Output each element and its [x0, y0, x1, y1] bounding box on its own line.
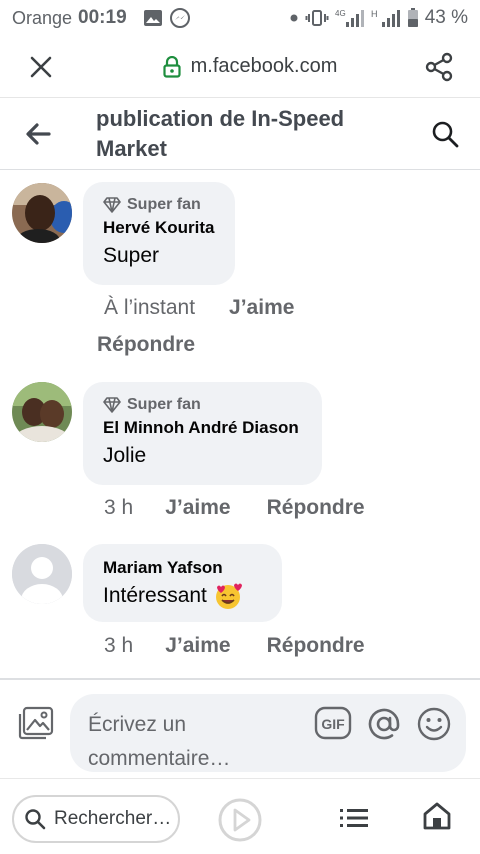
page-title-line-2: Market	[96, 135, 167, 161]
badge-label: Super fan	[127, 196, 201, 213]
search-icon	[25, 809, 46, 830]
search-icon	[432, 121, 459, 147]
browser-bottom-bar: Rechercher…	[0, 778, 480, 854]
default-avatar-icon	[12, 544, 72, 604]
carrier-name: Orange	[12, 7, 73, 28]
comment-author[interactable]: Hervé Kourita	[103, 216, 215, 240]
share-icon	[425, 52, 453, 81]
comment-author[interactable]: El Minnoh André Diason	[103, 416, 302, 440]
gif-icon: GIF	[314, 706, 352, 740]
gif-label: GIF	[321, 716, 345, 732]
comment-input[interactable]: Écrivez un commentaire… GIF	[70, 694, 466, 772]
smiley-icon	[417, 707, 451, 741]
comment-composer: Écrivez un commentaire… GIF	[0, 678, 480, 778]
svg-text:4G: 4G	[335, 9, 346, 18]
home-icon	[423, 802, 451, 830]
lock-icon	[163, 55, 181, 78]
comment-author[interactable]: Mariam Yafson	[103, 556, 262, 580]
comment-bubble[interactable]: Mariam Yafson Intéressant	[83, 544, 282, 622]
share-button[interactable]	[398, 52, 480, 82]
like-button[interactable]: J’aime	[165, 496, 230, 520]
comment-text: Intéressant	[103, 580, 262, 612]
page-title: publication de In-Speed Market	[76, 104, 410, 164]
url-text: m.facebook.com	[190, 55, 338, 77]
comment-bubble[interactable]: Super fan El Minnoh André Diason Jolie	[83, 382, 322, 485]
diamond-icon	[103, 197, 121, 213]
page-title-line-1: publication de In-Speed	[96, 105, 345, 131]
signal-h-icon: H	[371, 8, 401, 28]
battery-percent: 43 %	[424, 7, 468, 28]
comment-meta-row-2: Répondre	[97, 333, 195, 357]
home-button[interactable]	[422, 801, 452, 836]
browser-search-text: Rechercher…	[54, 808, 172, 829]
comment-text-content: Jolie	[103, 444, 147, 467]
status-time: 00:19	[78, 7, 127, 28]
search-button[interactable]	[410, 120, 480, 148]
address-bar[interactable]: m.facebook.com	[102, 55, 398, 78]
comments-list: Super fan Hervé Kourita Super À l’instan…	[0, 170, 480, 678]
comment-bubble[interactable]: Super fan Hervé Kourita Super	[83, 182, 235, 285]
at-sign-icon	[368, 708, 400, 740]
play-icon	[218, 798, 262, 842]
diamond-icon	[103, 397, 121, 413]
super-fan-badge: Super fan	[103, 194, 215, 216]
gallery-notification-icon	[143, 9, 163, 27]
comment-text-content: Intéressant	[103, 584, 207, 607]
reply-button[interactable]: Répondre	[97, 333, 195, 357]
browser-search-field[interactable]: Rechercher…	[12, 795, 180, 843]
emoji-button[interactable]	[416, 706, 452, 747]
signal-4g-icon: 4G	[335, 8, 365, 28]
badge-label: Super fan	[127, 396, 201, 413]
placeholder-line-1: Écrivez un	[88, 713, 187, 736]
battery-icon	[407, 8, 419, 28]
like-button[interactable]: J’aime	[229, 296, 294, 320]
mention-button[interactable]	[366, 706, 402, 747]
photo-icon	[18, 706, 54, 740]
media-play-button[interactable]	[217, 797, 263, 848]
status-bar: Orange 00:19 4G H 43 %	[0, 0, 480, 36]
comment-text: Super	[103, 240, 215, 272]
page-header: publication de In-Speed Market	[0, 98, 480, 170]
placeholder-line-2: commentaire…	[88, 747, 231, 770]
comment-meta: 3 h J’aime Répondre	[104, 496, 365, 520]
super-fan-badge: Super fan	[103, 394, 302, 416]
close-tab-button[interactable]	[0, 55, 82, 79]
gif-button[interactable]: GIF	[314, 706, 352, 745]
like-button[interactable]: J’aime	[165, 634, 230, 658]
svg-text:H: H	[371, 9, 378, 19]
add-photo-button[interactable]	[18, 706, 54, 745]
vibrate-icon	[305, 9, 329, 27]
comment-meta: À l’instant J’aime	[104, 296, 294, 320]
comment-text-content: Super	[103, 244, 160, 267]
comment-text: Jolie	[103, 440, 302, 472]
comment-time[interactable]: 3 h	[104, 496, 133, 520]
list-menu-icon	[340, 809, 368, 827]
browser-toolbar: m.facebook.com	[0, 36, 480, 98]
back-arrow-icon	[26, 122, 51, 145]
avatar[interactable]	[12, 183, 72, 243]
comment-time[interactable]: À l’instant	[104, 296, 195, 320]
messenger-notification-icon	[169, 7, 191, 29]
avatar[interactable]	[12, 382, 72, 442]
comment-meta: 3 h J’aime Répondre	[104, 634, 365, 658]
avatar[interactable]	[12, 544, 72, 604]
back-button[interactable]	[0, 122, 76, 145]
reply-button[interactable]: Répondre	[267, 634, 365, 658]
comment-input-placeholder: Écrivez un commentaire…	[88, 708, 298, 776]
dot-indicator-icon	[289, 13, 299, 23]
tabs-menu-button[interactable]	[338, 807, 370, 834]
comment-time[interactable]: 3 h	[104, 634, 133, 658]
reply-button[interactable]: Répondre	[267, 496, 365, 520]
close-icon	[30, 56, 52, 77]
smiling-face-with-hearts-icon	[215, 583, 242, 609]
